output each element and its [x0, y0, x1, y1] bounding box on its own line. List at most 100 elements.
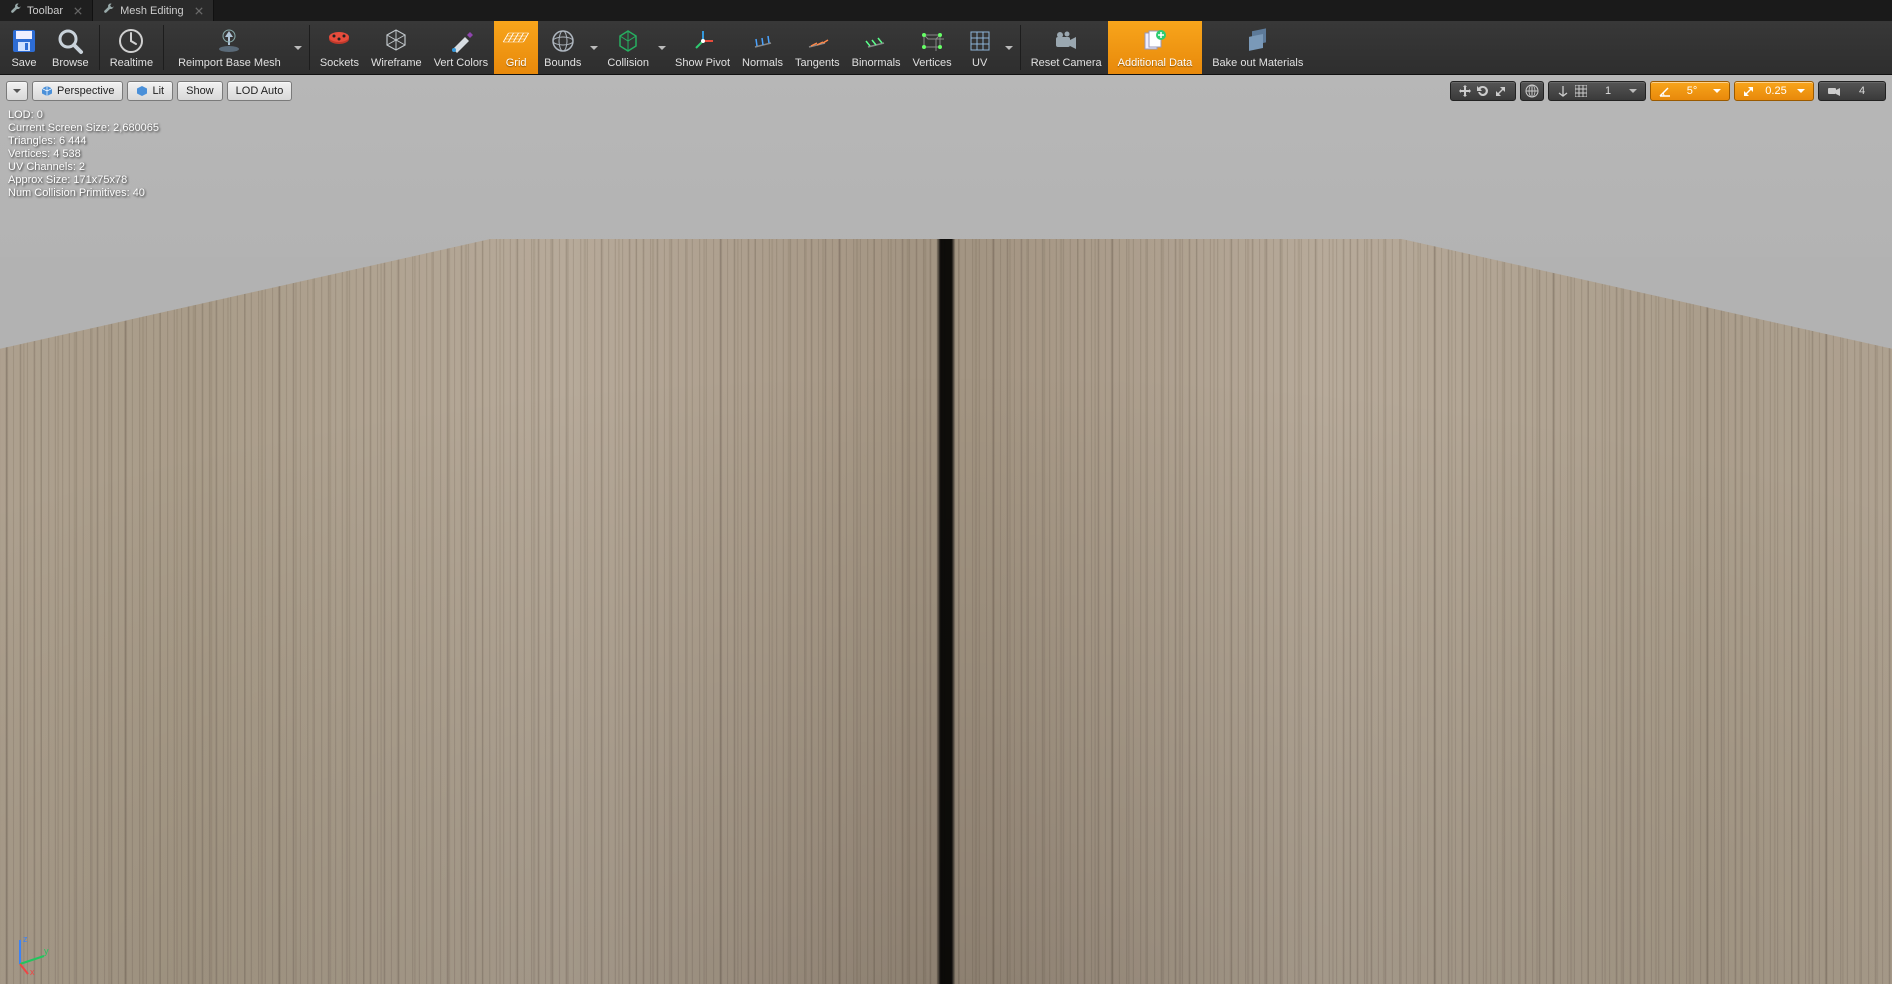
resetcamera-button[interactable]: Reset Camera: [1025, 21, 1108, 74]
stat-collision: Num Collision Primitives: 40: [8, 187, 159, 200]
stat-screensize: Current Screen Size: 2,680065: [8, 122, 159, 135]
save-button[interactable]: Save: [2, 21, 46, 74]
realtime-icon: [117, 27, 145, 55]
vertices-icon: [918, 27, 946, 55]
lod-dropdown[interactable]: LOD Auto: [227, 81, 293, 101]
reimport-icon: [215, 27, 243, 55]
browse-button[interactable]: Browse: [46, 21, 95, 74]
resetcamera-icon: [1052, 27, 1080, 55]
grid-button[interactable]: Grid: [494, 21, 538, 74]
collision-button[interactable]: Collision: [601, 21, 655, 74]
show-dropdown[interactable]: Show: [177, 81, 223, 101]
scale-icon: [1495, 85, 1507, 97]
surface-snap-button[interactable]: 1: [1548, 81, 1646, 101]
sockets-button[interactable]: Sockets: [314, 21, 365, 74]
realtime-button[interactable]: Realtime: [104, 21, 159, 74]
grid-snap-icon: [1575, 85, 1587, 97]
perspective-dropdown[interactable]: Perspective: [32, 81, 123, 101]
stat-vertices: Vertices: 4 538: [8, 148, 159, 161]
axis-y-label: y: [44, 946, 49, 956]
cube-icon: [41, 85, 53, 97]
browse-icon: [56, 27, 84, 55]
normals-icon: [749, 27, 777, 55]
viewport-floor: [0, 239, 1892, 984]
vertices-button[interactable]: Vertices: [907, 21, 958, 74]
viewport-options-dropdown[interactable]: [6, 81, 28, 101]
bounds-icon: [549, 27, 577, 55]
snap-icon: [1557, 85, 1569, 97]
binormals-icon: [862, 27, 890, 55]
separator: [163, 25, 164, 70]
reimport-label: Reimport Base Mesh: [178, 57, 281, 69]
transform-group[interactable]: [1450, 81, 1516, 101]
chevron-down-icon: [1797, 89, 1805, 93]
reimport-dropdown[interactable]: [291, 21, 305, 74]
stat-approxsize: Approx Size: 171x75x78: [8, 174, 159, 187]
lit-label: Lit: [152, 85, 164, 97]
tangents-button[interactable]: Tangents: [789, 21, 846, 74]
reimport-button[interactable]: Reimport Base Mesh: [168, 21, 291, 74]
wrench-icon: [103, 3, 115, 18]
wireframe-button[interactable]: Wireframe: [365, 21, 428, 74]
scale-snap-button[interactable]: 0.25: [1734, 81, 1814, 101]
chevron-down-icon: [1713, 89, 1721, 93]
additionaldata-label: Additional Data: [1118, 57, 1193, 69]
binormals-button[interactable]: Binormals: [846, 21, 907, 74]
lit-dropdown[interactable]: Lit: [127, 81, 173, 101]
bounds-button[interactable]: Bounds: [538, 21, 587, 74]
realtime-label: Realtime: [110, 57, 153, 69]
collision-dropdown[interactable]: [655, 21, 669, 74]
tab-mesh-editing[interactable]: Mesh Editing: [93, 0, 214, 21]
bounds-dropdown[interactable]: [587, 21, 601, 74]
angle-snap-value: 5°: [1677, 85, 1707, 97]
bakematerials-icon: [1244, 27, 1272, 55]
save-label: Save: [11, 57, 36, 69]
grid-icon: [502, 27, 530, 55]
show-label: Show: [186, 85, 214, 97]
viewport[interactable]: Perspective Lit Show LOD Auto: [0, 75, 1892, 984]
rotate-icon: [1477, 85, 1489, 97]
vertcolors-icon: [447, 27, 475, 55]
axis-gizmo[interactable]: z y x: [8, 932, 52, 976]
stat-uvchannels: UV Channels: 2: [8, 161, 159, 174]
additionaldata-button[interactable]: Additional Data: [1108, 21, 1203, 74]
vertices-label: Vertices: [913, 57, 952, 69]
wrench-icon: [10, 3, 22, 18]
bakematerials-label: Bake out Materials: [1212, 57, 1303, 69]
additionaldata-icon: [1141, 27, 1169, 55]
close-icon[interactable]: [189, 7, 203, 15]
separator: [1020, 25, 1021, 70]
axis-x-label: x: [30, 967, 35, 976]
resetcamera-label: Reset Camera: [1031, 57, 1102, 69]
camera-speed-value: 4: [1847, 85, 1877, 97]
wireframe-icon: [382, 27, 410, 55]
tab-label: Mesh Editing: [120, 5, 184, 17]
lod-label: LOD Auto: [236, 85, 284, 97]
collision-icon: [614, 27, 642, 55]
uv-label: UV: [972, 57, 987, 69]
uv-dropdown[interactable]: [1002, 21, 1016, 74]
showpivot-icon: [689, 27, 717, 55]
wireframe-label: Wireframe: [371, 57, 422, 69]
main-toolbar: Save Browse Realtime Reimport Base Mesh …: [0, 21, 1892, 75]
uv-button[interactable]: UV: [958, 21, 1002, 74]
angle-icon: [1659, 85, 1671, 97]
vertcolors-label: Vert Colors: [434, 57, 488, 69]
showpivot-button[interactable]: Show Pivot: [669, 21, 736, 74]
tab-toolbar[interactable]: Toolbar: [0, 0, 93, 21]
stat-triangles: Triangles: 6 444: [8, 135, 159, 148]
tab-label: Toolbar: [27, 5, 63, 17]
bakematerials-button[interactable]: Bake out Materials: [1202, 21, 1313, 74]
vertcolors-button[interactable]: Vert Colors: [428, 21, 494, 74]
coord-space-button[interactable]: [1520, 81, 1544, 101]
close-icon[interactable]: [68, 7, 82, 15]
camera-icon: [1827, 85, 1841, 97]
perspective-label: Perspective: [57, 85, 114, 97]
camera-speed-button[interactable]: 4: [1818, 81, 1886, 101]
viewport-stats: LOD: 0 Current Screen Size: 2,680065 Tri…: [8, 109, 159, 200]
normals-button[interactable]: Normals: [736, 21, 789, 74]
tangents-label: Tangents: [795, 57, 840, 69]
uv-icon: [966, 27, 994, 55]
angle-snap-button[interactable]: 5°: [1650, 81, 1730, 101]
bounds-label: Bounds: [544, 57, 581, 69]
